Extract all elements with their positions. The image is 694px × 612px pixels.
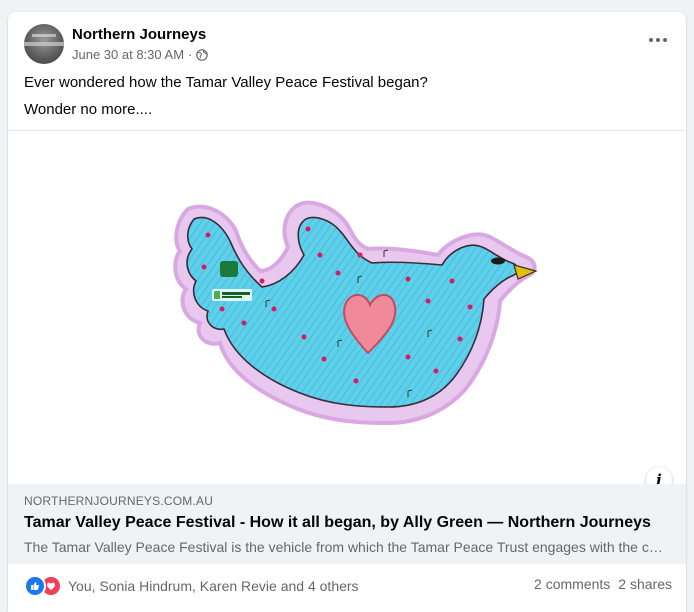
comments-count[interactable]: 2 comments: [534, 576, 610, 592]
link-preview[interactable]: NORTHERNJOURNEYS.COM.AU Tamar Valley Pea…: [8, 484, 686, 564]
engagement-counts: 2 comments 2 shares: [534, 576, 672, 592]
link-domain: NORTHERNJOURNEYS.COM.AU: [24, 494, 214, 508]
shares-count[interactable]: 2 shares: [618, 576, 672, 592]
post-image[interactable]: [8, 130, 686, 484]
reaction-names[interactable]: You, Sonia Hindrum, Karen Revie and 4 ot…: [68, 578, 359, 594]
post-meta: June 30 at 8:30 AM ·: [72, 47, 209, 62]
post-timestamp[interactable]: June 30 at 8:30 AM: [72, 47, 184, 62]
post-text-line-2: Wonder no more....: [24, 101, 153, 118]
page-avatar[interactable]: [24, 24, 64, 64]
reactions-summary[interactable]: You, Sonia Hindrum, Karen Revie and 4 ot…: [24, 575, 359, 597]
dove-eye: [491, 257, 505, 265]
dot: [663, 38, 667, 42]
dot: [649, 38, 653, 42]
peace-dove-drawing: [173, 200, 538, 426]
like-icon: [24, 575, 46, 597]
page-name-link[interactable]: Northern Journeys: [72, 26, 206, 43]
post-text-line-1: Ever wondered how the Tamar Valley Peace…: [24, 74, 428, 91]
link-title[interactable]: Tamar Valley Peace Festival - How it all…: [24, 514, 651, 532]
globe-icon[interactable]: [196, 48, 209, 61]
meta-separator: ·: [188, 47, 193, 62]
post-card: Northern Journeys June 30 at 8:30 AM · E…: [8, 12, 686, 612]
more-options-button[interactable]: [644, 30, 672, 50]
dot: [656, 38, 660, 42]
link-description: The Tamar Valley Peace Festival is the v…: [24, 539, 664, 555]
